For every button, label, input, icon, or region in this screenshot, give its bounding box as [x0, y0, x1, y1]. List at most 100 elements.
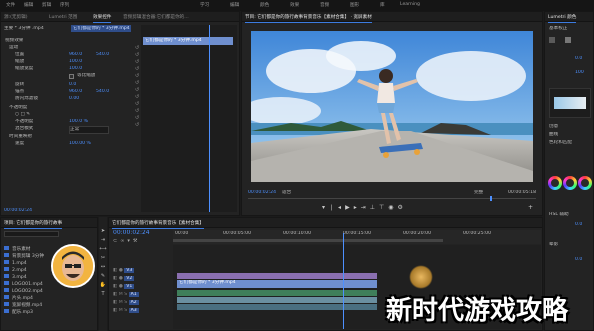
step-forward-icon[interactable]: ▸ [354, 204, 361, 211]
lumetri-section-curves[interactable]: 曲线 [549, 132, 558, 138]
razor-tool-icon[interactable]: ✂ [99, 254, 107, 263]
track-header-a1[interactable]: ◧ M S A1 [113, 292, 171, 300]
track-header-v2[interactable]: ◧ ● V2 [113, 276, 171, 284]
menu-sequence[interactable]: 序列 [60, 2, 69, 8]
ec-timecode[interactable]: 00:00:02:24 [4, 208, 32, 214]
clip-v1[interactable]: 它们都是你的 * 3分钟.mp4 [177, 280, 377, 288]
tab-effect-controls[interactable]: 效果控件 [93, 14, 112, 23]
tab-project[interactable]: 项目: 它们都是你的旅行故事 [4, 220, 63, 229]
fx-time-remap[interactable]: 时间重映射 [9, 134, 32, 140]
wrench-icon[interactable]: ⚒ [133, 238, 140, 244]
selection-tool-icon[interactable]: ➤ [99, 227, 107, 236]
lumetri-value-2[interactable]: 100 [575, 70, 584, 76]
track-header-v3[interactable]: ◧ ● V3 [113, 268, 171, 276]
tab-sequence[interactable]: 它们都是你的旅行故事背景音乐【素材合集】 [112, 220, 204, 229]
program-playhead[interactable] [490, 196, 492, 201]
pen-tool-icon[interactable]: ✎ [99, 272, 107, 281]
settings-icon[interactable]: ⚙ [397, 204, 406, 211]
tab-program[interactable]: 节目: 它们都是你的旅行故事背景音乐【素材合集】 · 宽屏素材 [245, 14, 372, 23]
work-area-bar[interactable] [173, 239, 443, 242]
mark-out-icon[interactable]: ❘ [329, 204, 338, 211]
play-icon[interactable]: ▶ [345, 204, 354, 211]
reset-icon[interactable]: ↺ [135, 59, 140, 66]
reset-icon[interactable]: ↺ [135, 122, 140, 129]
menu-clip[interactable]: 剪辑 [42, 2, 51, 8]
timeline-ruler[interactable]: 00:00 00:00:05:00 00:00:10:00 00:00:15:0… [173, 230, 541, 244]
reset-icon[interactable]: ↺ [135, 101, 140, 108]
value-antiflicker[interactable]: 0.00 [69, 96, 79, 102]
tab-lumetri-scopes[interactable]: Lumetri 范围 [49, 14, 77, 20]
clip-a3[interactable] [177, 304, 377, 310]
lumetri-section-creative[interactable]: 创意 [549, 124, 558, 130]
list-item[interactable]: 配乐.mp3 [4, 309, 96, 316]
hand-tool-icon[interactable]: ✋ [99, 281, 107, 290]
fx-opacity[interactable]: 不透明度 [9, 105, 27, 111]
zoom-fit-select[interactable]: 适合 [282, 190, 302, 196]
clip-a2[interactable] [177, 297, 377, 303]
workspace-tab-audio[interactable]: 音频 [320, 2, 329, 8]
extract-icon[interactable]: ⊤ [379, 204, 388, 211]
value-rotation[interactable]: 0.0 [69, 82, 76, 88]
reset-icon[interactable]: ↺ [135, 87, 140, 94]
value-anchor-x[interactable]: 960.0 [69, 89, 82, 95]
value-opacity[interactable]: 100.0 % [69, 119, 88, 125]
workspace-tab-graphics[interactable]: 图形 [350, 2, 359, 8]
tab-lumetri-color[interactable]: Lumetri 颜色 [548, 14, 577, 23]
reset-icon[interactable]: ↺ [135, 66, 140, 73]
add-button-icon[interactable]: + [528, 204, 533, 211]
color-wheel-midtones[interactable] [563, 176, 577, 190]
lumetri-section-wheels[interactable]: 色轮和匹配 [549, 140, 572, 146]
ripple-edit-icon[interactable]: ⟷ [99, 245, 107, 254]
clip-v2[interactable] [177, 273, 377, 279]
lumetri-value-4[interactable]: 0.0 [575, 257, 582, 263]
reset-icon[interactable]: ↺ [135, 108, 140, 115]
reset-icon[interactable]: ↺ [135, 52, 140, 59]
list-item[interactable]: LOGO02.mp4 [4, 288, 96, 295]
workspace-tab-assembly[interactable]: 学习 [200, 2, 209, 8]
type-tool-icon[interactable]: T [99, 290, 107, 299]
pen-tools[interactable]: ○ □ ✎ [15, 112, 30, 118]
track-header-v1[interactable]: ◧ ● V1 [113, 284, 171, 292]
value-position-y[interactable]: 540.0 [96, 52, 109, 58]
menu-edit[interactable]: 编辑 [24, 2, 33, 8]
reset-icon[interactable]: ↺ [135, 73, 140, 80]
timeline-timecode[interactable]: 00:00:02:24 [113, 230, 150, 236]
lumetri-section-basic[interactable]: 基本校正 [549, 26, 567, 32]
uniform-scale-checkbox[interactable] [69, 74, 74, 79]
workspace-tab-learning[interactable]: Learning [400, 2, 420, 7]
list-item[interactable]: 片头.mp4 [4, 295, 96, 302]
blend-mode-select[interactable]: 正常 [69, 126, 109, 134]
reset-icon[interactable]: ↺ [135, 45, 140, 52]
timeline-playhead[interactable] [343, 233, 344, 329]
clip-a1[interactable] [177, 290, 377, 296]
track-header-a3[interactable]: ◧ M S A3 [113, 308, 171, 316]
program-video-frame[interactable] [251, 31, 533, 182]
reset-icon[interactable]: ↺ [135, 80, 140, 87]
workspace-tab-libraries[interactable]: 库 [380, 2, 385, 8]
program-scrub-bar[interactable] [248, 198, 536, 199]
value-anchor-y[interactable]: 540.0 [96, 89, 109, 95]
workspace-tab-effects[interactable]: 效果 [290, 2, 299, 8]
program-timecode-current[interactable]: 00:00:02:24 [248, 190, 276, 196]
track-select-icon[interactable]: ⇥ [99, 236, 107, 245]
menu-file[interactable]: 文件 [6, 2, 15, 8]
workspace-tab-color[interactable]: 颜色 [260, 2, 269, 8]
tab-source[interactable]: 源:(无剪辑) [4, 14, 28, 20]
reset-icon[interactable]: ↺ [135, 94, 140, 101]
value-scale-width[interactable]: 100.0 [69, 66, 82, 72]
tab-audio-mixer[interactable]: 音频剪辑混合器:它们都是你的... [123, 14, 189, 20]
lumetri-value-3[interactable]: 0.0 [575, 222, 582, 228]
fx-motion[interactable]: 运动 [9, 45, 18, 51]
workspace-tab-edit[interactable]: 编辑 [230, 2, 239, 8]
value-speed[interactable]: 100.00 % [69, 141, 91, 147]
lumetri-value-1[interactable]: 0.0 [575, 56, 582, 62]
value-scale[interactable]: 100.0 [69, 59, 82, 65]
value-position-x[interactable]: 960.0 [69, 52, 82, 58]
ec-playhead[interactable] [209, 25, 210, 212]
lumetri-section-hsl[interactable]: HSL 辅助 [549, 212, 569, 218]
track-header-a2[interactable]: ◧ M S A2 [113, 300, 171, 308]
lumetri-section-vignette[interactable]: 晕影 [549, 242, 558, 248]
color-wheel-shadows[interactable] [548, 176, 562, 190]
color-wheel-highlights[interactable] [578, 176, 592, 190]
lift-icon[interactable]: ⊥ [370, 204, 379, 211]
